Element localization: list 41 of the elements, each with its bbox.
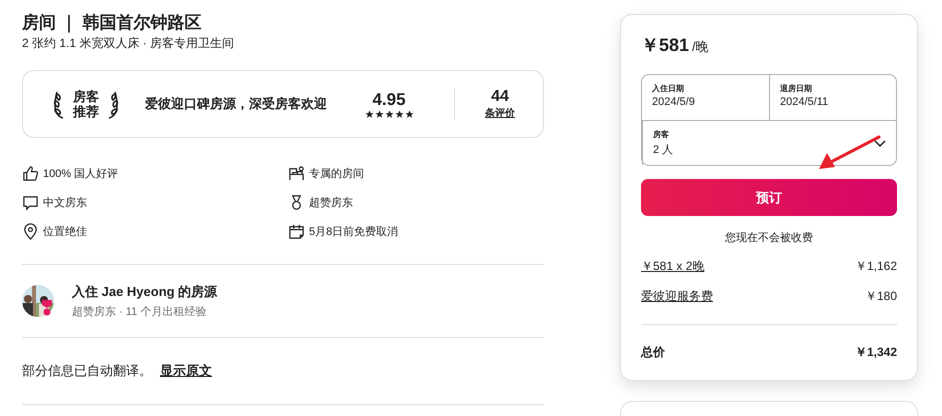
star-icon	[394, 110, 404, 118]
badge-text: 推荐	[73, 104, 99, 119]
checkout-field[interactable]: 退房日期 2024/5/11	[769, 75, 896, 120]
location-pin-icon	[22, 223, 39, 240]
host-detail: 超赞房东 · 11 个月出租经验	[72, 304, 208, 319]
no-charge-note: 您现在不会被收费	[724, 231, 814, 245]
nightly-price: ￥581	[641, 34, 690, 57]
annotation-arrow	[817, 133, 883, 171]
total-label: 总价	[641, 344, 665, 361]
star-icon	[364, 110, 374, 118]
star-icon	[374, 110, 384, 118]
reviews-link[interactable]: 条评价	[485, 106, 515, 120]
feature-label: 位置绝佳	[43, 225, 87, 239]
rating-value: 4.95	[372, 90, 406, 110]
star-icon	[384, 110, 394, 118]
per-night-label: /晚	[692, 38, 709, 56]
feature-label: 5月8日前免费取消	[309, 225, 398, 239]
price-line-amount: ￥180	[864, 288, 897, 305]
show-original-link[interactable]: 显示原文	[160, 362, 212, 380]
reserve-button[interactable]: 预订	[641, 179, 897, 216]
star-icon	[404, 110, 414, 118]
price-line-link[interactable]: ￥581 x 2晚	[641, 258, 704, 275]
review-count: 44	[491, 88, 509, 106]
feature-label: 100% 国人好评	[43, 167, 118, 181]
translation-note: 部分信息已自动翻译。	[22, 362, 152, 380]
price-line-link[interactable]: 爱彼迎服务费	[641, 288, 713, 305]
badge-text: 房客	[73, 89, 99, 104]
price-line-amount: ￥1,162	[854, 258, 897, 275]
chat-icon	[22, 194, 39, 211]
host-title: 入住 Jae Hyeong 的房源	[72, 283, 218, 301]
calendar-icon	[288, 223, 305, 240]
listing-subtitle: 2 张约 1.1 米宽双人床 · 房客专用卫生间	[22, 35, 236, 51]
thumbs-up-icon	[22, 165, 39, 182]
total-amount: ￥1,342	[854, 344, 897, 361]
feature-label: 超赞房东	[309, 196, 353, 210]
room-icon	[288, 165, 305, 182]
tagline: 爱彼迎口碑房源，深受房客欢迎	[145, 95, 328, 113]
listing-title: 房间 ｜ 韩国首尔钟路区	[22, 13, 202, 33]
feature-label: 中文房东	[43, 196, 87, 210]
checkin-field[interactable]: 入住日期 2024/5/9	[642, 75, 769, 120]
feature-label: 专属的房间	[309, 166, 364, 181]
